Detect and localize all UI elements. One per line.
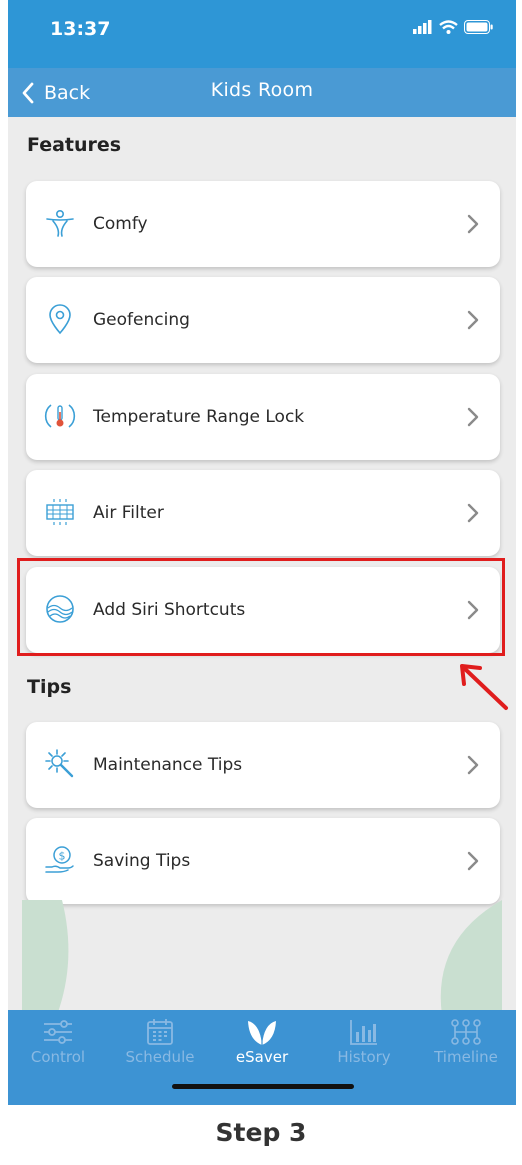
leaf-icon — [248, 1021, 276, 1045]
signal-icon — [413, 20, 432, 34]
chevron-right-icon — [467, 310, 479, 330]
bar-chart-icon — [350, 1020, 377, 1045]
thermometer-lock-icon — [44, 404, 76, 428]
tab-timeline[interactable]: Timeline — [416, 1018, 516, 1078]
phone-screen: 13:37 Back Kids Room Features Comfy Geof… — [8, 0, 516, 1105]
feature-card-comfy[interactable]: Comfy — [26, 181, 500, 267]
status-bar: 13:37 — [8, 0, 516, 68]
page-title: Kids Room — [210, 79, 314, 101]
chevron-right-icon — [467, 407, 479, 427]
feature-card-air-filter[interactable]: Air Filter — [26, 470, 500, 556]
chevron-right-icon — [467, 755, 479, 775]
feature-label: Temperature Range Lock — [93, 407, 305, 427]
leaf-background-decoration — [22, 900, 502, 1015]
tip-label: Maintenance Tips — [93, 755, 243, 775]
feature-card-temperature-range-lock[interactable]: Temperature Range Lock — [26, 374, 500, 460]
chevron-right-icon — [467, 214, 479, 234]
tab-label: Control — [30, 1048, 86, 1066]
maintenance-gear-icon — [45, 749, 74, 778]
tips-title: Tips — [27, 676, 72, 698]
status-time: 13:37 — [50, 18, 111, 40]
highlight-box — [17, 558, 505, 656]
home-indicator — [172, 1084, 354, 1089]
feature-label: Comfy — [93, 214, 148, 234]
status-icons — [413, 20, 494, 34]
tab-bar: Control Schedule eSaver History Timeline — [8, 1010, 516, 1105]
wifi-icon — [439, 20, 458, 34]
tab-label: Schedule — [125, 1048, 195, 1066]
nav-bar: Back Kids Room — [8, 68, 516, 117]
feature-label: Geofencing — [93, 310, 190, 330]
chevron-right-icon — [467, 503, 479, 523]
comfy-person-icon — [46, 209, 74, 237]
air-filter-icon — [46, 499, 74, 525]
tab-control[interactable]: Control — [8, 1018, 108, 1078]
location-pin-icon — [49, 304, 71, 335]
tab-esaver[interactable]: eSaver — [212, 1018, 312, 1078]
feature-label: Air Filter — [93, 503, 164, 523]
pointer-arrow-icon — [460, 664, 508, 710]
features-title: Features — [27, 134, 122, 156]
tip-card-maintenance[interactable]: Maintenance Tips — [26, 722, 500, 808]
tip-card-saving[interactable]: $ Saving Tips — [26, 818, 500, 904]
tab-history[interactable]: History — [314, 1018, 414, 1078]
tab-label: Timeline — [434, 1048, 498, 1066]
feature-card-geofencing[interactable]: Geofencing — [26, 277, 500, 363]
chevron-right-icon — [467, 851, 479, 871]
step-caption: Step 3 — [215, 1118, 307, 1147]
tab-schedule[interactable]: Schedule — [110, 1018, 210, 1078]
saving-money-hand-icon: $ — [45, 846, 74, 873]
timeline-icon — [451, 1019, 481, 1045]
tip-label: Saving Tips — [93, 851, 191, 871]
tab-label: History — [337, 1048, 391, 1066]
svg-text:$: $ — [59, 850, 66, 863]
battery-icon — [464, 20, 493, 34]
tab-label: eSaver — [235, 1048, 289, 1066]
sliders-icon — [44, 1020, 72, 1044]
calendar-icon — [147, 1019, 173, 1045]
